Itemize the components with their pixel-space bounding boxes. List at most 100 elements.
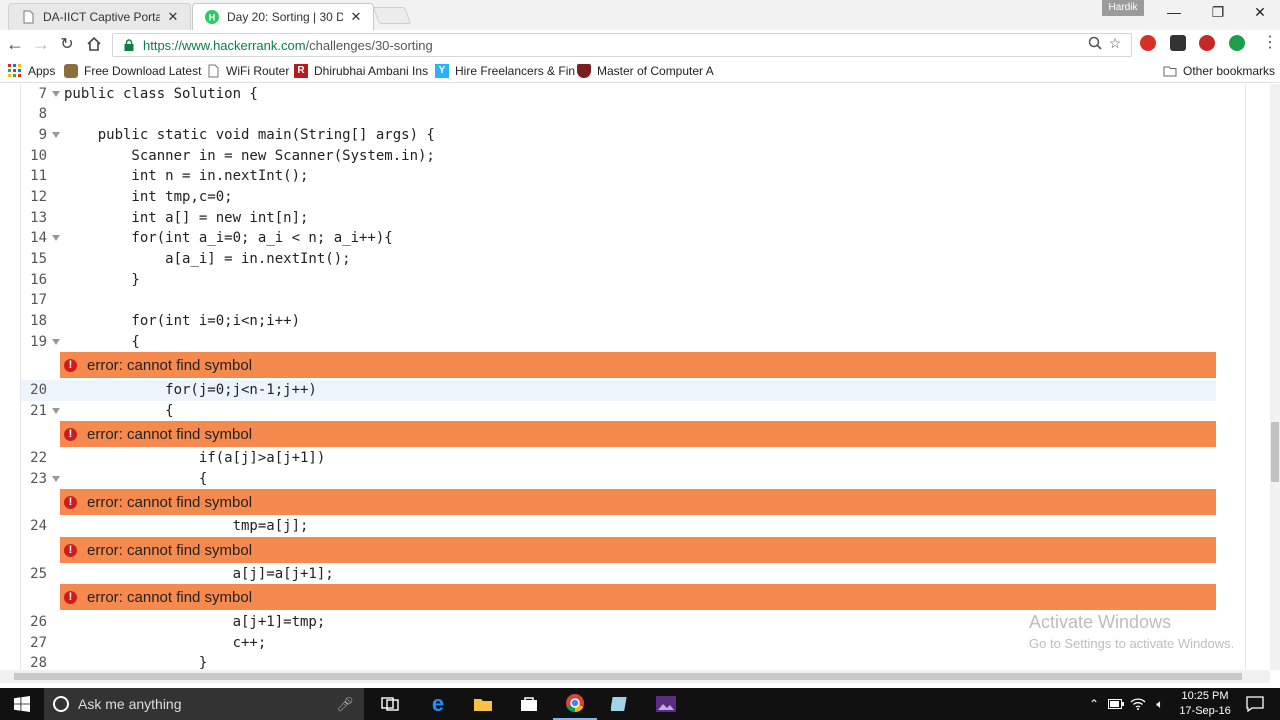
error-annotation: ! error: cannot find symbol	[60, 537, 1216, 563]
line-number: 23	[30, 471, 47, 487]
horizontal-scrollbar[interactable]	[0, 670, 1270, 683]
restore-icon[interactable]: ❐	[1196, 0, 1240, 24]
chrome-icon[interactable]	[553, 688, 597, 720]
wifi-icon[interactable]	[1128, 688, 1148, 720]
close-tab-icon[interactable]: ✕	[349, 9, 363, 25]
hackerrank-icon: H	[205, 10, 219, 24]
action-center-icon[interactable]	[1240, 688, 1270, 720]
store-icon[interactable]	[507, 688, 551, 720]
code-text: for(j=0;j<n-1;j++)	[64, 382, 317, 398]
code-text: c++;	[64, 635, 267, 651]
code-line: 16 }	[21, 270, 1216, 291]
code-text: {	[64, 334, 140, 350]
photos-icon[interactable]	[644, 688, 688, 720]
volume-icon[interactable]: 🔈︎	[1150, 688, 1170, 720]
code-line: 14 for(int a_i=0; a_i < n; a_i++){	[21, 228, 1216, 249]
start-button[interactable]	[0, 688, 44, 720]
scroll-thumb[interactable]	[1271, 422, 1279, 482]
code-text: tmp=a[j];	[64, 518, 309, 534]
fold-arrow-icon[interactable]	[52, 91, 60, 97]
code-line: 8	[21, 104, 1216, 125]
code-text: a[j]=a[j+1];	[64, 566, 334, 582]
r-logo-icon: R	[294, 64, 308, 78]
code-line: 28 }	[21, 653, 1216, 670]
bookmark-item[interactable]: WiFi Router	[206, 62, 289, 80]
system-clock[interactable]: 10:25 PM 17-Sep-16	[1172, 688, 1238, 720]
code-line: 9 public static void main(String[] args)…	[21, 125, 1216, 146]
error-text: error: cannot find symbol	[87, 356, 253, 374]
line-number: 18	[30, 313, 47, 329]
apps-bookmark[interactable]: Apps	[8, 62, 55, 80]
microphone-icon[interactable]: 🎤︎	[336, 696, 354, 713]
url-path: /challenges/30-sorting	[305, 37, 433, 53]
tab-hackerrank[interactable]: H Day 20: Sorting | 30 Days ✕	[192, 3, 374, 30]
code-line: 10 Scanner in = new Scanner(System.in);	[21, 146, 1216, 167]
fold-arrow-icon[interactable]	[52, 408, 60, 414]
code-line: 13 int a[] = new int[n];	[21, 208, 1216, 229]
tab-captive-portal[interactable]: DA-IICT Captive Portal ✕	[8, 3, 191, 30]
code-text: Scanner in = new Scanner(System.in);	[64, 148, 435, 164]
file-explorer-icon[interactable]	[461, 688, 505, 720]
close-window-icon[interactable]: ✕	[1238, 0, 1280, 24]
zoom-icon[interactable]	[1086, 34, 1104, 52]
bookmark-label: Free Download Latest	[84, 64, 202, 78]
address-bar[interactable]: https://www.hackerrank.com/challenges/30…	[112, 33, 1132, 57]
code-text: int n = in.nextInt();	[64, 168, 309, 184]
bookmark-item[interactable]: Master of Computer A	[577, 62, 714, 80]
battery-icon[interactable]	[1106, 688, 1126, 720]
code-editor[interactable]: 7 public class Solution { 8 9 public stat…	[20, 84, 1246, 670]
star-icon[interactable]: ☆	[1106, 34, 1124, 52]
back-arrow-icon[interactable]: ←	[3, 33, 27, 55]
bookmark-item[interactable]: Free Download Latest	[64, 62, 201, 80]
line-number: 22	[30, 450, 47, 466]
code-text: for(int a_i=0; a_i < n; a_i++){	[64, 230, 393, 246]
code-line: 21 {	[21, 401, 1216, 422]
clock-time: 10:25 PM	[1181, 690, 1229, 702]
edge-icon[interactable]: e	[416, 688, 460, 720]
app-icon[interactable]	[598, 688, 642, 720]
code-line: 18 for(int i=0;i<n;i++)	[21, 311, 1216, 332]
vertical-scrollbar[interactable]	[1270, 84, 1280, 670]
new-tab-button[interactable]	[372, 7, 412, 24]
url-host: https://www.hackerrank.com	[143, 37, 306, 53]
error-icon: !	[64, 427, 77, 441]
line-number: 19	[30, 334, 47, 350]
activation-watermark-subtitle: Go to Settings to activate Windows.	[1029, 636, 1235, 651]
fold-arrow-icon[interactable]	[52, 339, 60, 345]
show-hidden-icons[interactable]: ⌃	[1086, 688, 1102, 720]
folder-icon	[1163, 64, 1177, 78]
home-icon[interactable]	[82, 33, 106, 55]
extension-dark-icon[interactable]	[1170, 35, 1186, 51]
scroll-thumb[interactable]	[14, 673, 1242, 680]
bookmark-item[interactable]: R Dhirubhai Ambani Ins	[294, 62, 428, 80]
menu-icon[interactable]: ⋮	[1262, 35, 1278, 51]
task-view-icon[interactable]	[368, 688, 412, 720]
forward-arrow-icon[interactable]: →	[29, 33, 53, 55]
bookmark-item[interactable]: Y Hire Freelancers & Fin	[435, 62, 575, 80]
profile-button[interactable]: Hardik	[1102, 0, 1144, 16]
fold-arrow-icon[interactable]	[52, 476, 60, 482]
fold-arrow-icon[interactable]	[52, 235, 60, 241]
extension-green-icon[interactable]	[1229, 35, 1245, 51]
code-line: 25 a[j]=a[j+1];	[21, 564, 1216, 585]
reload-icon[interactable]: ↻	[55, 33, 79, 55]
error-annotation: ! error: cannot find symbol	[60, 489, 1216, 515]
bookmark-label: Master of Computer A	[597, 64, 714, 78]
line-number: 24	[30, 518, 47, 534]
tab-strip: DA-IICT Captive Portal ✕ H Day 20: Sorti…	[0, 0, 1280, 30]
extension-abp-icon[interactable]	[1199, 35, 1215, 51]
code-text: {	[64, 471, 208, 487]
page-content: 7 public class Solution { 8 9 public stat…	[0, 84, 1270, 670]
code-text: a[j+1]=tmp;	[64, 614, 326, 630]
other-bookmarks[interactable]: Other bookmarks	[1163, 62, 1275, 80]
fold-arrow-icon[interactable]	[52, 132, 60, 138]
code-line: 11 int n = in.nextInt();	[21, 166, 1216, 187]
bookmark-label: Apps	[28, 64, 56, 78]
extension-red-icon[interactable]	[1140, 35, 1156, 51]
error-icon: !	[64, 495, 77, 509]
cortana-search[interactable]: Ask me anything 🎤︎	[44, 688, 364, 720]
close-tab-icon[interactable]: ✕	[166, 9, 180, 25]
minimize-icon[interactable]: —	[1152, 0, 1196, 24]
line-number: 20	[30, 382, 47, 398]
clock-date: 17-Sep-16	[1179, 705, 1231, 717]
